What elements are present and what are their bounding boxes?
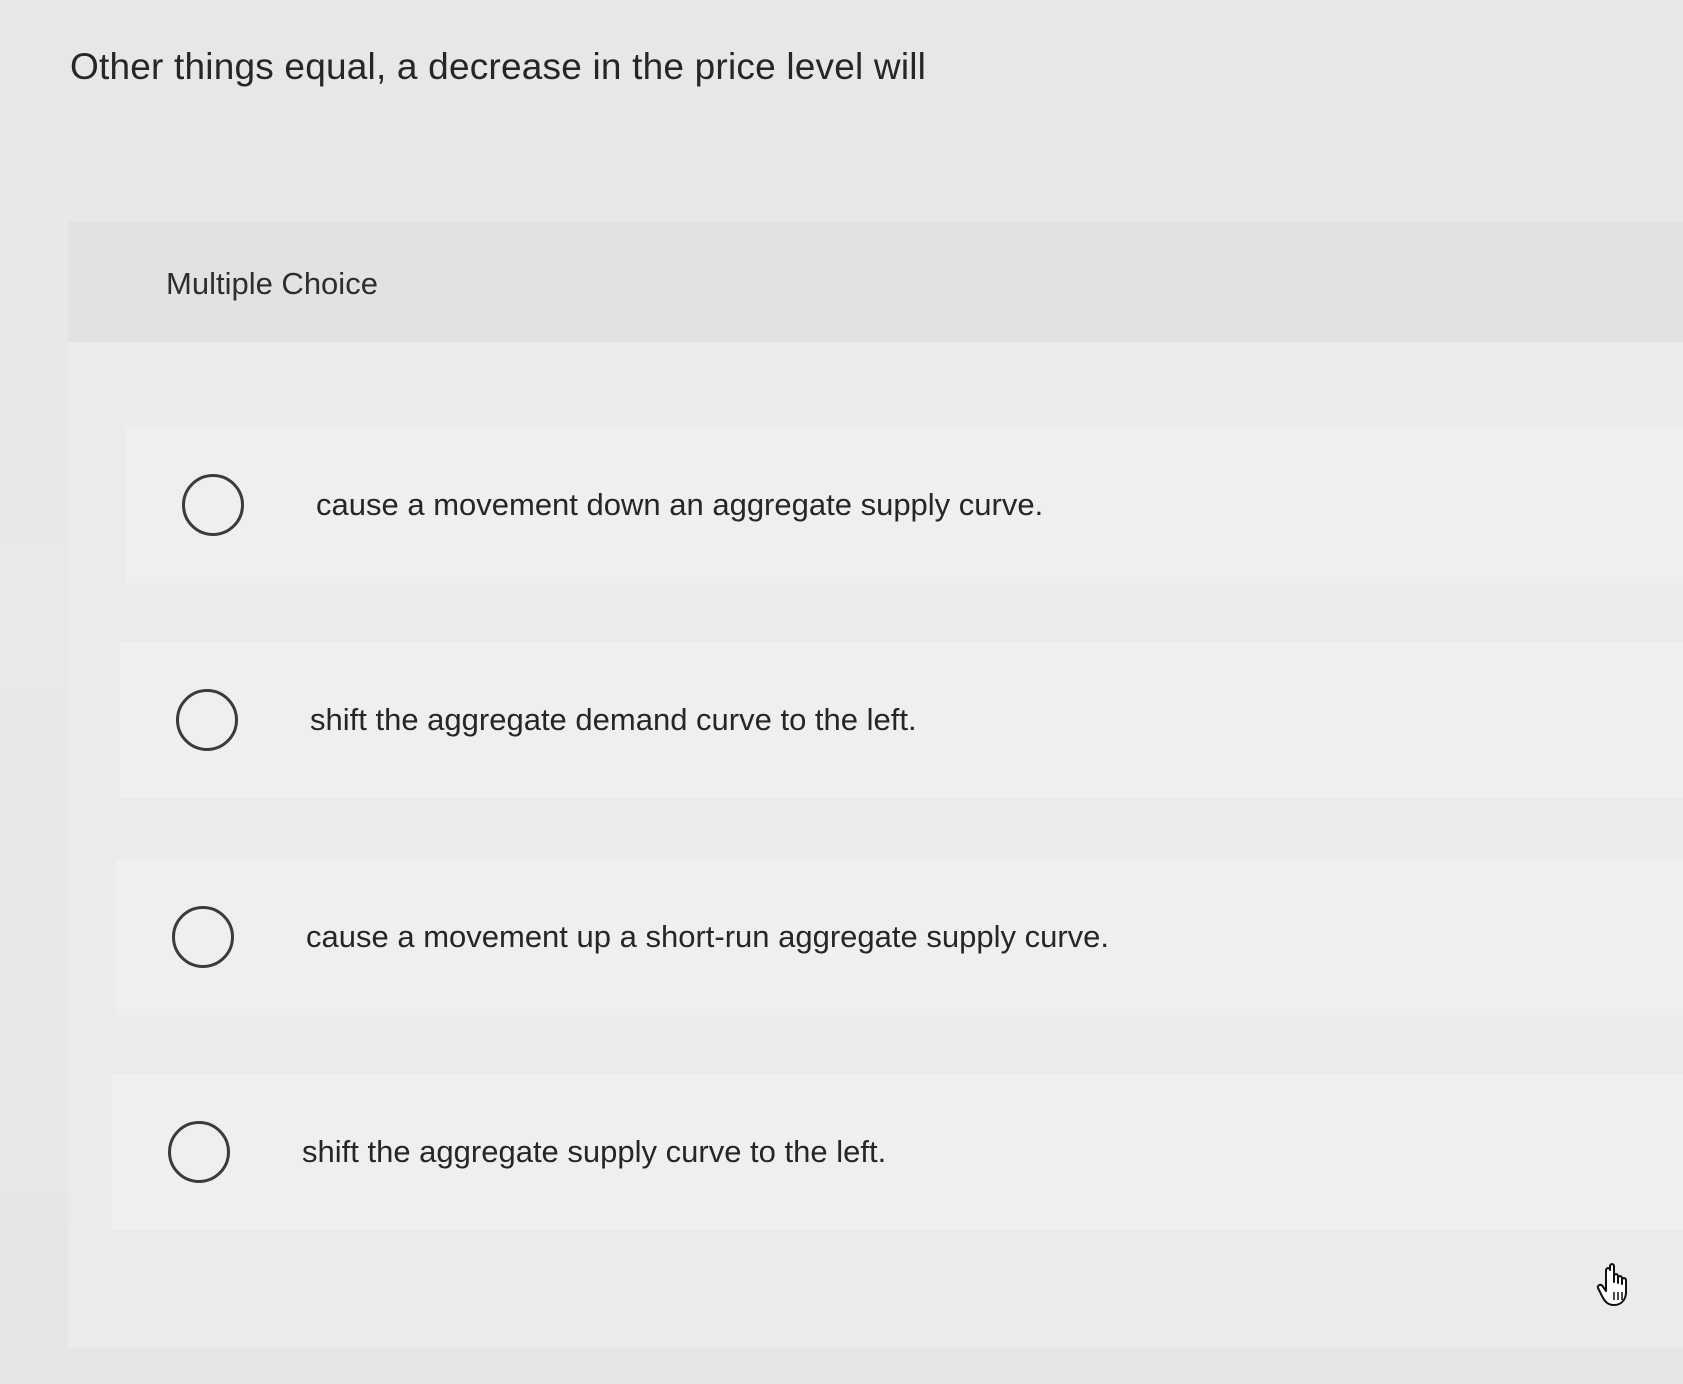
answer-options: cause a movement down an aggregate suppl… xyxy=(68,222,1683,1348)
answer-option-4[interactable]: shift the aggregate supply curve to the … xyxy=(112,1074,1683,1230)
hand-pointer-icon xyxy=(1596,1263,1627,1306)
answer-option-2[interactable]: shift the aggregate demand curve to the … xyxy=(120,642,1683,798)
radio-unselected-icon[interactable] xyxy=(182,474,244,536)
question-text: Other things equal, a decrease in the pr… xyxy=(70,46,927,87)
answer-option-text: shift the aggregate demand curve to the … xyxy=(310,702,917,737)
radio-unselected-icon[interactable] xyxy=(176,689,238,751)
radio-unselected-icon[interactable] xyxy=(168,1121,230,1183)
multiple-choice-panel: Multiple Choice cause a movement down an… xyxy=(68,222,1683,1348)
answer-option-1[interactable]: cause a movement down an aggregate suppl… xyxy=(126,427,1683,583)
answer-option-3[interactable]: cause a movement up a short-run aggregat… xyxy=(116,859,1683,1015)
radio-unselected-icon[interactable] xyxy=(172,906,234,968)
answer-option-text: cause a movement up a short-run aggregat… xyxy=(306,919,1110,954)
answer-option-text: cause a movement down an aggregate suppl… xyxy=(316,487,1044,522)
answer-option-text: shift the aggregate supply curve to the … xyxy=(302,1134,887,1169)
